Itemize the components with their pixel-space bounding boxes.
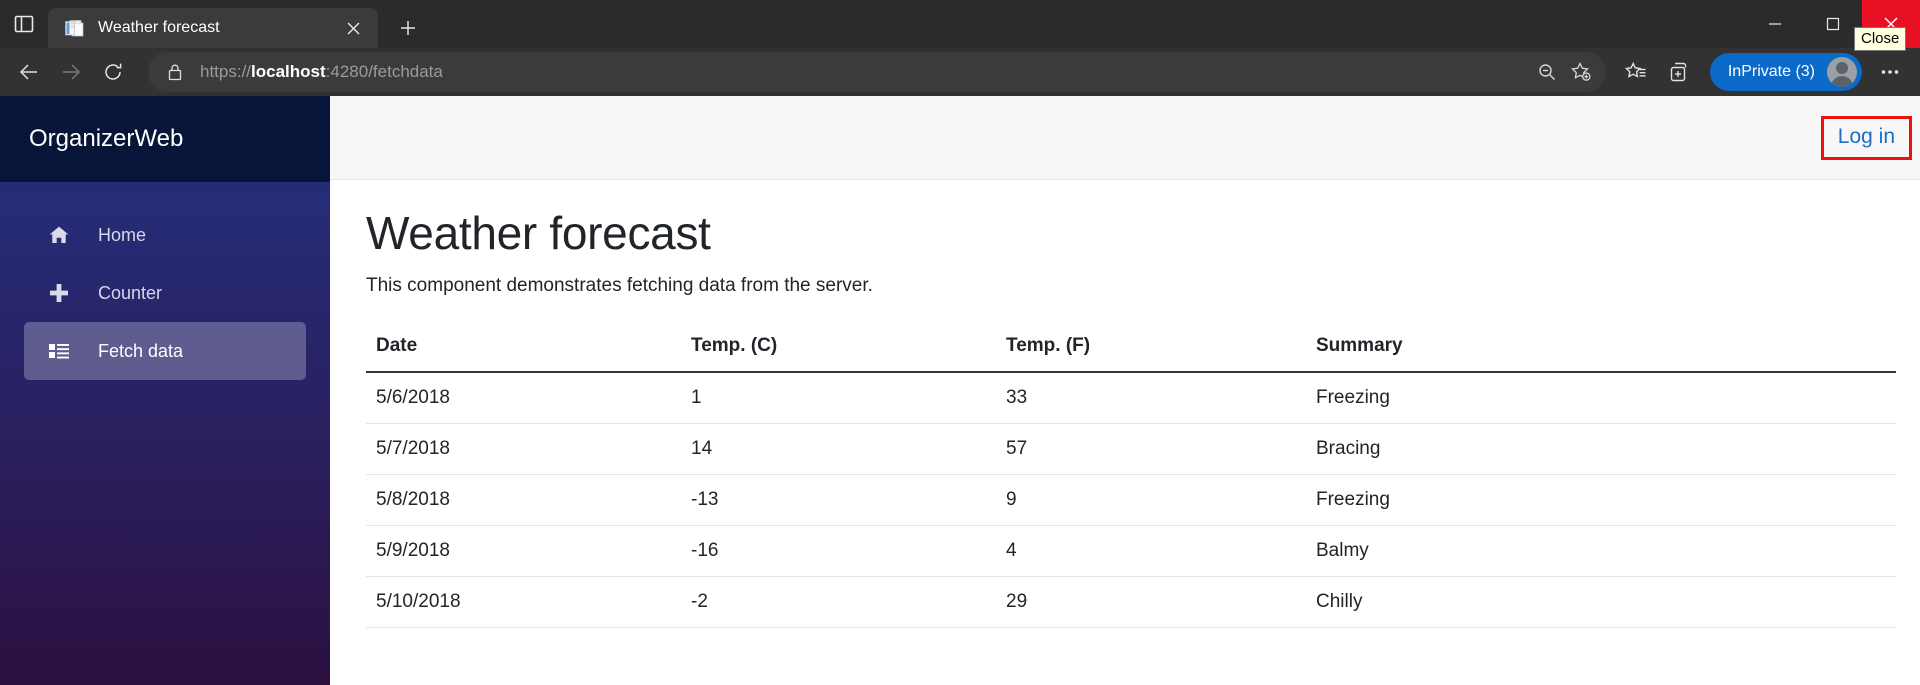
web-page: OrganizerWeb Home Counter Fetch data Log… xyxy=(0,96,1920,685)
page-title: Weather forecast xyxy=(366,207,711,259)
table-cell: 5/9/2018 xyxy=(366,525,681,577)
table-cell: Freezing xyxy=(1306,474,1896,526)
app-sidebar: OrganizerWeb Home Counter Fetch data xyxy=(0,96,330,685)
main-area: Weather forecast This component demonstr… xyxy=(330,180,1920,628)
page-content: Log in Weather forecast This component d… xyxy=(330,96,1920,685)
list-icon xyxy=(46,340,72,362)
navigation-toolbar: https://localhost:4280/fetchdata InPriva… xyxy=(0,48,1920,96)
table-cell: 33 xyxy=(996,371,1306,424)
table-cell: 57 xyxy=(996,423,1306,475)
login-link[interactable]: Log in xyxy=(1838,125,1895,148)
table-cell: Balmy xyxy=(1306,525,1896,577)
table-cell: Chilly xyxy=(1306,576,1896,628)
table-cell: 5/8/2018 xyxy=(366,474,681,526)
page-topbar: Log in xyxy=(330,96,1920,180)
table-body: 5/6/2018 1 33 Freezing 5/7/2018 14 57 Bracing 5/… xyxy=(366,371,1896,628)
url-scheme: https:// xyxy=(200,62,252,81)
table-cell: 14 xyxy=(681,423,996,475)
tab-title: Weather forecast xyxy=(98,19,220,36)
plus-icon xyxy=(46,282,72,304)
table-cell: -16 xyxy=(681,525,996,577)
table-row: 5/9/2018 -16 4 Balmy xyxy=(366,525,1896,577)
table-cell: 5/10/2018 xyxy=(366,576,681,628)
brand-title: OrganizerWeb xyxy=(29,125,184,152)
browser-tab[interactable]: Weather forecast xyxy=(48,8,378,48)
sidebar-nav: Home Counter Fetch data xyxy=(0,182,330,380)
url-path: :4280/fetchdata xyxy=(325,62,443,81)
inprivate-button[interactable]: InPrivate (3) xyxy=(1709,53,1862,91)
tab-close-icon[interactable] xyxy=(338,13,368,43)
more-options-icon[interactable] xyxy=(1868,52,1912,92)
table-cell: Freezing xyxy=(1306,371,1896,424)
table-row: 5/10/2018 -2 29 Chilly xyxy=(366,576,1896,628)
brand-header[interactable]: OrganizerWeb xyxy=(0,96,330,182)
sidebar-item-label: Home xyxy=(98,224,147,245)
weather-forecast-table: Date Temp. (C) Temp. (F) Summary 5/6/2018 1 3… xyxy=(366,324,1896,628)
inprivate-label: InPrivate (3) xyxy=(1727,63,1815,80)
collections-icon[interactable] xyxy=(1658,52,1702,92)
refresh-icon[interactable] xyxy=(92,52,134,92)
table-cell: 1 xyxy=(681,371,996,424)
table-row: 5/8/2018 -13 9 Freezing xyxy=(366,474,1896,526)
url-host: localhost xyxy=(251,62,326,81)
table-column-header: Summary xyxy=(1306,324,1896,373)
back-icon[interactable] xyxy=(8,52,50,92)
table-cell: 9 xyxy=(996,474,1306,526)
table-header-row: Date Temp. (C) Temp. (F) Summary xyxy=(366,324,1896,373)
table-column-header: Temp. (F) xyxy=(996,324,1306,373)
table-row: 5/7/2018 14 57 Bracing xyxy=(366,423,1896,475)
sidebar-item-label: Fetch data xyxy=(98,340,184,361)
table-cell: 5/7/2018 xyxy=(366,423,681,475)
page-description: This component demonstrates fetching dat… xyxy=(366,274,873,296)
table-cell: -13 xyxy=(681,474,996,526)
profile-avatar-icon[interactable] xyxy=(1827,57,1857,87)
address-bar-url: https://localhost:4280/fetchdata xyxy=(200,62,1530,82)
home-icon xyxy=(46,224,72,246)
tab-strip: Weather forecast Close xyxy=(0,0,1920,51)
login-highlight-box: Log in xyxy=(1820,115,1912,160)
table-cell: 5/6/2018 xyxy=(366,371,681,424)
favorites-list-icon[interactable] xyxy=(1614,52,1658,92)
sidebar-item-label: Counter xyxy=(98,282,163,303)
sidebar-item-fetch-data[interactable]: Fetch data xyxy=(24,322,306,380)
table-row: 5/6/2018 1 33 Freezing xyxy=(366,371,1896,424)
add-favorite-star-icon[interactable] xyxy=(1564,55,1598,89)
address-bar[interactable]: https://localhost:4280/fetchdata xyxy=(148,52,1606,92)
browser-window: Weather forecast Close https://localhost… xyxy=(0,0,1920,685)
sidebar-item-home[interactable]: Home xyxy=(24,206,306,264)
table-cell: -2 xyxy=(681,576,996,628)
close-tooltip: Close xyxy=(1854,27,1907,51)
table-column-header: Temp. (C) xyxy=(681,324,996,373)
new-tab-icon[interactable] xyxy=(388,8,428,48)
lock-icon xyxy=(162,63,188,81)
sidebar-item-counter[interactable]: Counter xyxy=(24,264,306,322)
zoom-out-icon[interactable] xyxy=(1530,55,1564,89)
page-document-icon xyxy=(64,18,84,38)
table-cell: Bracing xyxy=(1306,423,1896,475)
tab-actions-icon[interactable] xyxy=(0,0,48,48)
minimize-icon[interactable] xyxy=(1746,0,1804,48)
forward-icon[interactable] xyxy=(50,52,92,92)
table-head: Date Temp. (C) Temp. (F) Summary xyxy=(366,324,1896,373)
table-cell: 29 xyxy=(996,576,1306,628)
table-column-header: Date xyxy=(366,324,681,373)
table-cell: 4 xyxy=(996,525,1306,577)
